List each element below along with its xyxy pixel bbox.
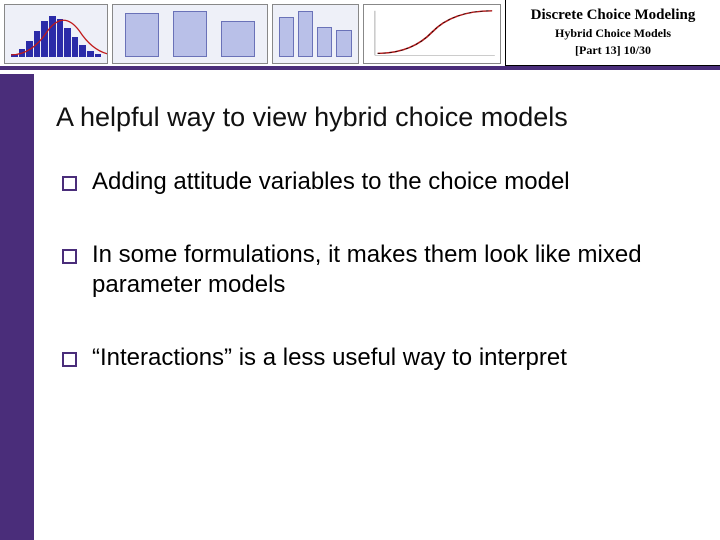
slide-content: A helpful way to view hybrid choice mode… (34, 74, 720, 540)
course-title: Discrete Choice Modeling (531, 7, 696, 24)
slide-title: A helpful way to view hybrid choice mode… (56, 102, 690, 133)
side-accent-strip (0, 74, 34, 540)
thumbnail-bars-wide (112, 4, 267, 64)
bullet-list: Adding attitude variables to the choice … (52, 167, 690, 374)
thumbnail-histogram (4, 4, 108, 64)
thumbnail-bars-narrow (272, 4, 359, 64)
title-block: Discrete Choice Modeling Hybrid Choice M… (505, 0, 720, 66)
bullet-item: In some formulations, it makes them look… (62, 240, 690, 301)
header-band: Discrete Choice Modeling Hybrid Choice M… (0, 0, 720, 70)
thumbnail-scurve (363, 4, 501, 64)
course-subtitle: Hybrid Choice Models (555, 26, 671, 41)
bullet-item: Adding attitude variables to the choice … (62, 167, 690, 198)
bullet-item: “Interactions” is a less useful way to i… (62, 343, 690, 374)
part-indicator: [Part 13] 10/30 (575, 43, 651, 58)
chart-thumbnails (0, 0, 505, 66)
